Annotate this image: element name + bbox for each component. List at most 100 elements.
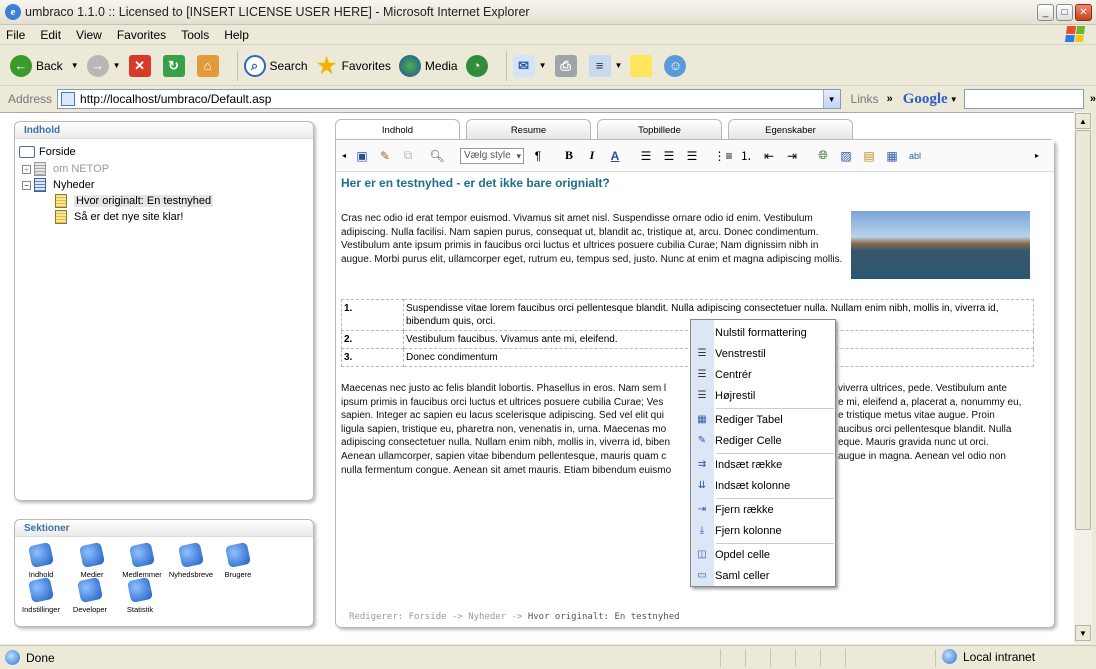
home-button[interactable]: ⌂	[196, 51, 223, 81]
section-indhold[interactable]: Indhold	[18, 541, 64, 579]
insert-column-icon: ⇊	[697, 480, 707, 491]
scroll-thumb[interactable]	[1075, 130, 1091, 530]
tab-egenskaber[interactable]: Egenskaber	[728, 119, 853, 139]
numbered-table[interactable]: 1. Suspendisse vitae lorem faucibus orci …	[341, 299, 1034, 367]
history-button[interactable]: ◔	[465, 51, 492, 81]
tree-item-om-netop[interactable]: + om NETOP	[22, 162, 109, 176]
article-paragraph-2-left[interactable]: Maecenas nec justo ac felis blandit lobo…	[341, 382, 691, 477]
print-button[interactable]: ⎙	[554, 51, 581, 81]
align-center-icon[interactable]: ☰	[661, 148, 677, 164]
media-button[interactable]: Media	[398, 51, 458, 81]
address-dropdown-button[interactable]: ▼	[822, 90, 840, 108]
link-icon[interactable]: 🌐︎	[815, 148, 831, 164]
refresh-button[interactable]: ↻	[162, 51, 189, 81]
article-paragraph-2-right[interactable]: viverra ultrices, pede. Vestibulum ante …	[838, 382, 1038, 464]
section-developer[interactable]: Developer	[67, 576, 113, 614]
preview-icon[interactable]: 🔍︎	[429, 148, 445, 164]
mail-button[interactable]: ✉ ▼	[512, 51, 547, 81]
tree-item-forside[interactable]: Forside	[19, 146, 76, 158]
abbr-icon[interactable]: abl	[907, 148, 923, 164]
menu-item-delete-column[interactable]: ⤓ Fjern kolonne	[691, 520, 835, 541]
editing-breadcrumb: Redigerer: Forside -> Nyheder -> Hvor or…	[349, 612, 680, 622]
menu-item-edit-table[interactable]: ▦ Rediger Tabel	[691, 409, 835, 430]
menu-item-delete-row[interactable]: ⇥ Fjern række	[691, 499, 835, 520]
toolbar-scroll-left-icon[interactable]: ◂	[341, 148, 347, 164]
menu-edit[interactable]: Edit	[40, 28, 61, 42]
scroll-down-button[interactable]: ▼	[1075, 625, 1091, 641]
numbered-list-icon[interactable]: ⒈	[738, 148, 754, 164]
search-button[interactable]: ⌕ Search	[243, 51, 308, 81]
menu-item-insert-row[interactable]: ⇉ Indsæt række	[691, 454, 835, 475]
address-input[interactable]: http://localhost/umbraco/Default.asp ▼	[57, 89, 841, 109]
links-button[interactable]: Links	[851, 92, 879, 106]
stop-button[interactable]: ✕	[128, 51, 155, 81]
menu-file[interactable]: File	[6, 28, 25, 42]
menu-item-edit-cell[interactable]: ✎ Rediger Celle	[691, 430, 835, 451]
edit-button[interactable]: ≡ ▼	[588, 51, 622, 81]
section-statistik[interactable]: Statistik	[117, 576, 163, 614]
menu-item-reset-format[interactable]: Nulstil formattering	[691, 322, 835, 343]
section-brugere[interactable]: Brugere	[215, 541, 261, 579]
minimize-button[interactable]: _	[1037, 4, 1054, 21]
menu-help[interactable]: Help	[224, 28, 249, 42]
notes-button[interactable]	[630, 51, 656, 81]
style-select[interactable]: Vælg style	[460, 147, 524, 164]
menu-item-insert-column[interactable]: ⇊ Indsæt kolonne	[691, 475, 835, 496]
paste-icon[interactable]: ⧉	[400, 148, 416, 164]
favorites-button[interactable]: ★ Favorites	[316, 51, 391, 81]
bullet-list-icon[interactable]: ⋮≡	[714, 148, 733, 164]
section-medlemmer[interactable]: Medlemmer	[119, 541, 165, 579]
collapse-icon[interactable]: −	[22, 180, 31, 190]
tree-item-nye-site[interactable]: Så er det nye site klar!	[55, 210, 183, 224]
tree-item-hvor-originalt[interactable]: Hvor originalt: En testnyhed	[55, 194, 214, 208]
forward-button[interactable]: → ▼	[86, 51, 121, 81]
outdent-icon[interactable]: ⇤	[761, 148, 777, 164]
italic-icon[interactable]: I	[584, 148, 600, 164]
menu-favorites[interactable]: Favorites	[117, 28, 166, 42]
tree-item-nyheder[interactable]: − Nyheder	[22, 178, 95, 192]
expand-icon[interactable]: +	[22, 164, 31, 174]
back-button[interactable]: ← Back ▼	[10, 51, 79, 81]
menu-item-align-left[interactable]: ☰ Venstrestil	[691, 343, 835, 364]
tab-resume[interactable]: Resume	[466, 119, 591, 139]
article-heading[interactable]: Her er en testnyhed - er det ikke bare o…	[341, 176, 610, 190]
align-left-icon[interactable]: ☰	[638, 148, 654, 164]
article-paragraph-1[interactable]: Cras nec odio id erat tempor euismod. Vi…	[341, 212, 846, 266]
macro-icon[interactable]: ▤	[861, 148, 877, 164]
section-indstillinger[interactable]: Indstillinger	[18, 576, 64, 614]
history-icon: ◔	[465, 54, 488, 77]
close-button[interactable]: ✕	[1075, 4, 1092, 21]
menu-view[interactable]: View	[76, 28, 102, 42]
menu-item-split-cell[interactable]: ◫ Opdel celle	[691, 544, 835, 565]
indent-icon[interactable]: ⇥	[784, 148, 800, 164]
section-nyhedsbreve[interactable]: Nyhedsbreve	[168, 541, 214, 579]
align-right-icon[interactable]: ☰	[684, 148, 700, 164]
content-section-icon	[27, 541, 55, 569]
toolbar-scroll-right-icon[interactable]: ▸	[1029, 148, 1045, 164]
clear-format-icon[interactable]: ✎	[377, 148, 393, 164]
vertical-scrollbar[interactable]: ▲ ▼	[1074, 112, 1092, 644]
lake-photo[interactable]	[851, 211, 1030, 279]
save-icon[interactable]: ▣	[354, 148, 370, 164]
bold-icon[interactable]: B	[561, 148, 577, 164]
tab-topbillede[interactable]: Topbillede	[597, 119, 722, 139]
tab-indhold[interactable]: Indhold	[335, 119, 460, 139]
table-icon[interactable]: ▦	[884, 148, 900, 164]
google-logo[interactable]: Google	[903, 91, 948, 108]
paragraph-icon[interactable]: ¶	[530, 148, 546, 164]
settings-section-icon	[27, 576, 55, 604]
section-medier[interactable]: Medier	[69, 541, 115, 579]
menu-item-align-right[interactable]: ☰ Højrestil	[691, 385, 835, 406]
maximize-button[interactable]: □	[1056, 4, 1073, 21]
menu-tools[interactable]: Tools	[181, 28, 209, 42]
security-zone: Local intranet	[940, 649, 1035, 664]
messenger-button[interactable]: ☺	[664, 51, 690, 81]
address-bar: Address http://localhost/umbraco/Default…	[0, 87, 1096, 111]
underline-icon[interactable]: A	[607, 148, 623, 164]
menu-item-merge-cells[interactable]: ▭ Saml celler	[691, 565, 835, 586]
image-icon[interactable]: ▨	[838, 148, 854, 164]
menu-item-center[interactable]: ☰ Centrér	[691, 364, 835, 385]
scroll-up-button[interactable]: ▲	[1075, 113, 1091, 129]
google-search-input[interactable]	[963, 89, 1084, 109]
messenger-icon: ☺	[664, 54, 687, 77]
